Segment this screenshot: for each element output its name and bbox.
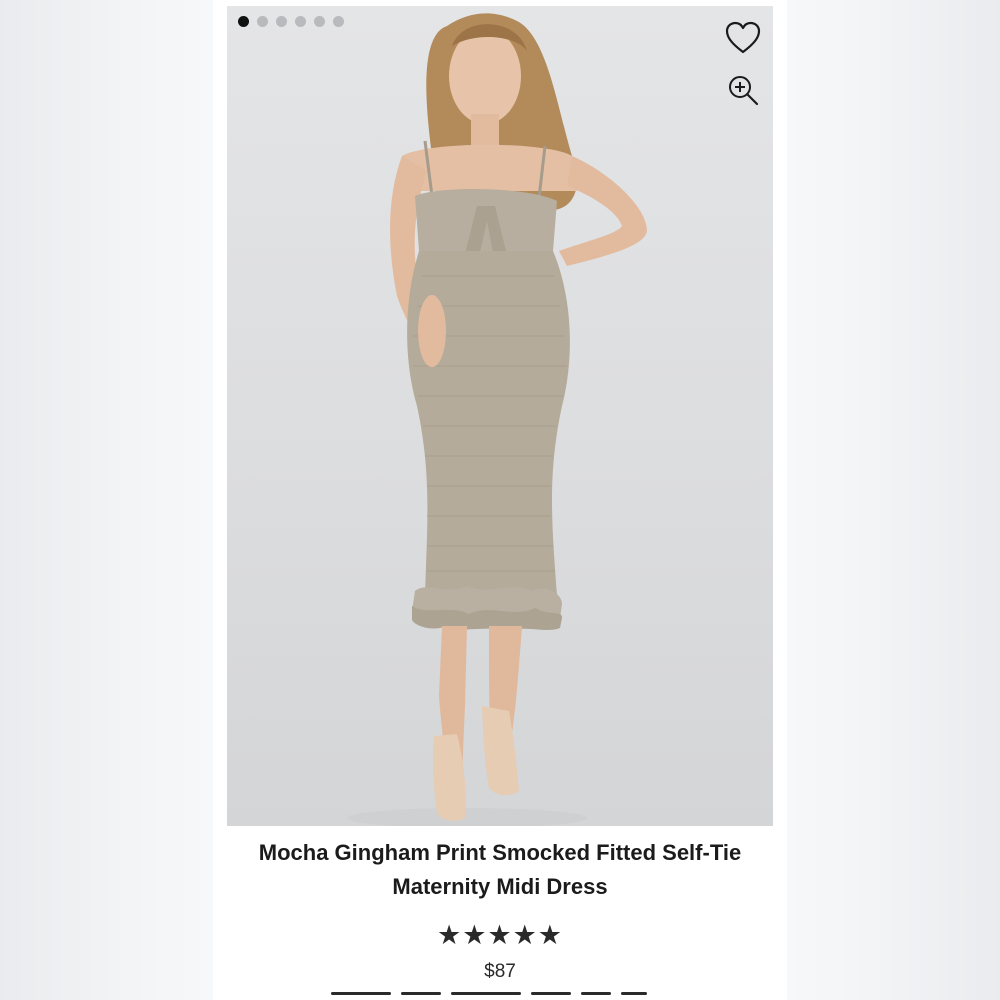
- page-background-left: [0, 0, 213, 1000]
- pagination-dot[interactable]: [238, 16, 249, 27]
- favorite-button[interactable]: [723, 18, 763, 58]
- zoom-in-icon: [729, 76, 759, 106]
- pagination-dot[interactable]: [314, 16, 325, 27]
- page-background-right: [787, 0, 1000, 1000]
- product-title-line1: Mocha Gingham Print Smocked Fitted Self-…: [258, 840, 742, 865]
- pagination-dot[interactable]: [276, 16, 287, 27]
- product-card: Mocha Gingham Print Smocked Fitted Self-…: [213, 0, 787, 1000]
- product-price: $87: [484, 961, 516, 982]
- pagination-dot[interactable]: [257, 16, 268, 27]
- product-title-line2: Maternity Midi Dress: [392, 874, 608, 899]
- rating-stars[interactable]: ★★★★★: [213, 920, 787, 950]
- zoom-button[interactable]: [723, 70, 763, 110]
- pagination-dot[interactable]: [333, 16, 344, 27]
- pagination-dot[interactable]: [295, 16, 306, 27]
- gallery-pagination: [238, 16, 344, 27]
- payment-info-row-cropped: [331, 992, 701, 1000]
- product-title: Mocha Gingham Print Smocked Fitted Self-…: [213, 836, 787, 904]
- heart-icon: [725, 21, 761, 54]
- product-image[interactable]: [227, 6, 773, 826]
- model-photo: [347, 13, 647, 826]
